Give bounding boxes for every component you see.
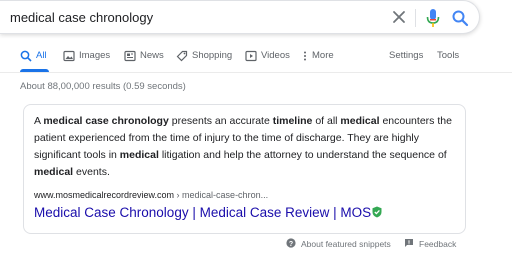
settings-label: Settings: [389, 50, 424, 61]
tab-label: Videos: [261, 50, 290, 61]
clear-icon[interactable]: [391, 9, 407, 25]
snippet-keyword: medical case chronology: [43, 115, 169, 127]
cite-domain: www.mosmedicalrecordreview.com: [34, 190, 175, 200]
search-tabs: All Images News Shopping Videos More Set…: [0, 46, 512, 72]
verified-shield-icon: [372, 206, 382, 221]
search-icon: [20, 50, 32, 62]
tabs-divider: [0, 72, 512, 73]
feedback-icon: [404, 238, 414, 250]
snippet-segment: litigation and help the attorney to unde…: [158, 149, 447, 161]
search-box: medical case chronology: [0, 0, 480, 34]
tab-label: Shopping: [192, 50, 233, 61]
snippet-keyword: medical: [119, 149, 159, 161]
featured-snippet: A medical case chronology presents an ac…: [23, 104, 466, 234]
tab-label: More: [312, 50, 334, 61]
svg-text:?: ?: [289, 241, 293, 248]
search-box-divider: [415, 9, 416, 27]
tab-label: Images: [79, 50, 111, 61]
snippet-segment: events.: [73, 166, 110, 178]
search-input[interactable]: medical case chronology: [10, 10, 153, 25]
tab-all[interactable]: All: [20, 50, 49, 72]
about-featured-snippets-label: About featured snippets: [301, 239, 391, 249]
result-url: www.mosmedicalrecordreview.com › medical…: [34, 190, 268, 200]
play-icon: [245, 50, 257, 62]
feedback-label: Feedback: [419, 239, 457, 249]
result-title-text: Medical Case Chronology | Medical Case R…: [34, 205, 372, 220]
tab-more[interactable]: More: [302, 50, 334, 72]
snippet-segment: of all: [312, 115, 341, 127]
settings-link[interactable]: Settings: [389, 50, 423, 72]
more-vert-icon: [302, 50, 308, 62]
snippet-text: A medical case chronology presents an ac…: [34, 113, 459, 181]
about-featured-snippets[interactable]: ? About featured snippets: [286, 238, 391, 250]
tag-icon: [176, 50, 188, 62]
tab-news[interactable]: News: [124, 50, 164, 72]
tools-label: Tools: [437, 50, 460, 61]
result-stats: About 88,00,000 results (0.59 seconds): [20, 81, 186, 92]
tools-link[interactable]: Tools: [437, 50, 459, 72]
cite-path: › medical-case-chron...: [174, 190, 269, 200]
snippet-segment: A: [34, 115, 44, 127]
microphone-icon[interactable]: [426, 8, 440, 28]
help-icon: ?: [286, 238, 296, 250]
snippet-segment: presents an accurate: [168, 115, 273, 127]
snippet-keyword: medical: [340, 115, 380, 127]
snippet-keyword: timeline: [272, 115, 313, 127]
tab-label: News: [140, 50, 164, 61]
tab-label: All: [36, 50, 47, 61]
tab-videos[interactable]: Videos: [245, 50, 290, 72]
snippet-keyword: medical: [34, 166, 74, 178]
feedback-link[interactable]: Feedback: [404, 238, 456, 250]
tab-shopping[interactable]: Shopping: [176, 50, 232, 72]
search-icon[interactable]: [451, 9, 469, 27]
result-title-link[interactable]: Medical Case Chronology | Medical Case R…: [34, 205, 382, 221]
news-icon: [124, 50, 136, 62]
image-icon: [63, 50, 75, 62]
tab-images[interactable]: Images: [63, 50, 110, 72]
